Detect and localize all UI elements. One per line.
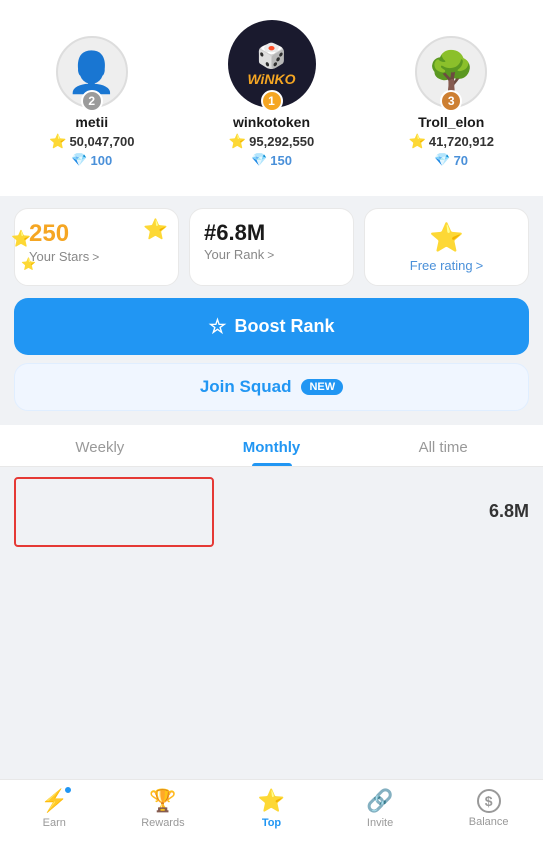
invite-icon: 🔗 [366, 788, 393, 814]
star-deco-small: ⭐ [21, 257, 36, 271]
your-stars-value: 250 [29, 221, 69, 247]
first-stars: ⭐ 95,292,550 [229, 133, 315, 150]
podium-first[interactable]: 🎲 WiNKO 1 winkotoken ⭐ 95,292,550 💎 150 [182, 20, 362, 168]
nav-rewards[interactable]: 🏆 Rewards [133, 788, 193, 829]
podium-third[interactable]: 🌳 3 Troll_elon ⭐ 41,720,912 💎 70 [369, 36, 533, 168]
free-rating-star-icon: ⭐ [429, 221, 464, 254]
rewards-icon: 🏆 [149, 788, 176, 814]
your-stars-card[interactable]: ⭐ ⭐ ⭐ 250 Your Stars > [14, 208, 179, 286]
new-badge: NEW [301, 379, 343, 395]
earn-notification-dot [64, 786, 72, 794]
third-rank-badge: 3 [440, 90, 462, 112]
rewards-label: Rewards [141, 817, 184, 829]
balance-label: Balance [469, 816, 509, 828]
free-rating-chevron: > [476, 258, 484, 273]
podium-row: 👤 2 metii ⭐ 50,047,700 💎 100 🎲 [10, 20, 533, 168]
diamond-icon-second: 💎 [71, 152, 87, 168]
top-section: 👤 2 metii ⭐ 50,047,700 💎 100 🎲 [0, 0, 543, 196]
top-icon: ⭐ [258, 788, 285, 814]
free-rating-label: Free rating > [410, 258, 483, 273]
your-rank-label: Your Rank > [204, 247, 274, 262]
second-stars: ⭐ 50,047,700 [49, 133, 135, 150]
boost-rank-button[interactable]: ☆ Boost Rank [14, 298, 529, 355]
leaderboard-area: 6.8M [0, 467, 543, 567]
stats-row: ⭐ ⭐ ⭐ 250 Your Stars > #6.8M Your Rank >… [14, 208, 529, 286]
your-rank-value: #6.8M [204, 221, 265, 245]
podium-second[interactable]: 👤 2 metii ⭐ 50,047,700 💎 100 [10, 36, 174, 168]
third-stars: ⭐ 41,720,912 [408, 133, 494, 150]
top-label: Top [262, 817, 281, 829]
bottom-nav: ⚡ Earn 🏆 Rewards ⭐ Top 🔗 Invite $ Balanc… [0, 779, 543, 841]
first-username: winkotoken [233, 114, 310, 130]
nav-invite[interactable]: 🔗 Invite [350, 788, 410, 829]
star-icon-second: ⭐ [49, 133, 66, 150]
your-stars-label: Your Stars > [29, 249, 99, 264]
first-diamonds: 💎 150 [251, 152, 292, 168]
your-stars-chevron: > [92, 250, 99, 264]
first-rank-badge: 1 [261, 90, 283, 112]
balance-icon: $ [477, 789, 501, 813]
second-rank-badge: 2 [81, 90, 103, 112]
earn-icon: ⚡ [41, 788, 68, 814]
join-squad-button[interactable]: Join Squad NEW [14, 363, 529, 411]
selection-highlight-box [14, 477, 214, 547]
tab-monthly[interactable]: Monthly [186, 425, 358, 466]
boost-star-icon: ☆ [209, 314, 227, 339]
tab-alltime[interactable]: All time [357, 425, 529, 466]
tab-weekly[interactable]: Weekly [14, 425, 186, 466]
third-diamonds: 💎 70 [434, 152, 468, 168]
join-squad-wrap: Join Squad NEW [14, 363, 529, 411]
second-avatar-wrapper: 👤 2 [56, 36, 128, 108]
boost-btn-wrap: ☆ Boost Rank [14, 298, 529, 355]
nav-top[interactable]: ⭐ Top [241, 788, 301, 829]
free-rating-card[interactable]: ⭐ Free rating > [364, 208, 529, 286]
diamond-icon-first: 💎 [251, 152, 267, 168]
nav-balance[interactable]: $ Balance [459, 789, 519, 828]
star-deco-left: ⭐ [11, 229, 31, 249]
third-username: Troll_elon [418, 114, 484, 130]
tabs-container: Weekly Monthly All time [0, 425, 543, 467]
star-icon-first: ⭐ [229, 133, 246, 150]
star-deco-large: ⭐ [143, 217, 168, 242]
second-username: metii [75, 114, 108, 130]
nav-earn[interactable]: ⚡ Earn [24, 788, 84, 829]
third-avatar-wrapper: 🌳 3 [415, 36, 487, 108]
invite-label: Invite [367, 817, 393, 829]
leaderboard-rank-display: 6.8M [489, 477, 529, 522]
star-icon-third: ⭐ [408, 133, 425, 150]
second-diamonds: 💎 100 [71, 152, 112, 168]
your-rank-card[interactable]: #6.8M Your Rank > [189, 208, 354, 286]
earn-label: Earn [43, 817, 66, 829]
your-rank-chevron: > [267, 248, 274, 262]
first-avatar-wrapper: 🎲 WiNKO 1 [228, 20, 316, 108]
diamond-icon-third: 💎 [434, 152, 450, 168]
